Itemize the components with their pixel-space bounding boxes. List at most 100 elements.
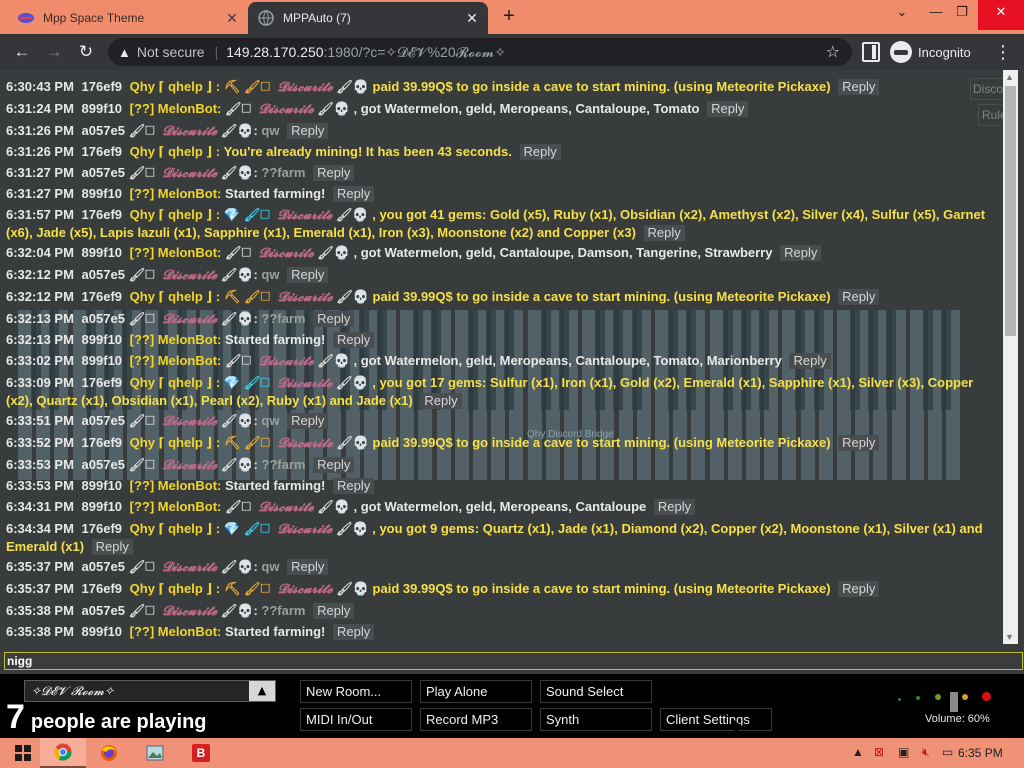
message-author[interactable]: [??] MelonBot: (130, 332, 222, 347)
new-room-button[interactable]: New Room... (300, 680, 412, 703)
app-b-icon[interactable]: B (178, 738, 224, 768)
message-author[interactable]: [??] MelonBot: (130, 499, 222, 514)
reply-button[interactable]: Reply (313, 457, 355, 473)
reply-button[interactable]: Reply (287, 559, 329, 575)
mentioned-user[interactable]: 𝓓𝓲𝓼𝓬𝓾𝓻𝓲𝓽𝓮 (162, 312, 217, 327)
reply-button[interactable]: Reply (313, 603, 355, 619)
message-author[interactable]: Qhy ⌈ qhelp ⌋ : (130, 207, 221, 222)
incognito-indicator[interactable]: Incognito (890, 40, 971, 64)
photos-icon[interactable] (132, 738, 178, 768)
security-label[interactable]: Not secure (137, 44, 205, 60)
reply-button[interactable]: Reply (707, 101, 749, 117)
message-author[interactable]: [??] MelonBot: (130, 101, 222, 116)
back-arrow-icon[interactable]: ← (10, 40, 34, 64)
reply-button[interactable]: Reply (287, 123, 329, 139)
network-icon[interactable]: ⊠ (874, 745, 884, 759)
mentioned-user[interactable]: 𝓓𝓲𝓼𝓬𝓾𝓻𝓲𝓽𝓮 (162, 560, 217, 575)
message-author[interactable]: [??] MelonBot: (130, 353, 222, 368)
forward-arrow-icon[interactable]: → (42, 40, 66, 64)
message-author[interactable]: [??] MelonBot: (130, 478, 222, 493)
speaker-mute-icon[interactable]: 🔇︎ (922, 745, 930, 760)
mentioned-user[interactable]: 𝓓𝓲𝓼𝓬𝓾𝓻𝓲𝓽𝓮 (162, 166, 217, 181)
reply-button[interactable]: Reply (780, 245, 822, 261)
reply-button[interactable]: Reply (333, 624, 375, 640)
warning-triangle-icon[interactable]: ▲ (118, 45, 131, 60)
reply-button[interactable]: Reply (313, 165, 355, 181)
chat-input[interactable]: nigg (4, 652, 1023, 670)
reply-button[interactable]: Reply (838, 435, 880, 451)
message-author[interactable]: Qhy ⌈ qhelp ⌋ : (130, 289, 221, 304)
reply-button[interactable]: Reply (91, 539, 133, 555)
message-author[interactable]: Qhy ⌈ qhelp ⌋ : (130, 144, 221, 159)
chevron-down-icon[interactable]: ⌄ (886, 0, 918, 30)
tab-mppauto[interactable]: MPPAuto (7) ✕ (248, 2, 488, 34)
mentioned-user[interactable]: 𝓓𝓲𝓼𝓬𝓾𝓻𝓲𝓽𝓮 (259, 354, 314, 369)
new-tab-plus-icon[interactable]: + (498, 6, 520, 28)
reload-icon[interactable]: ↻ (74, 40, 98, 64)
mentioned-user[interactable]: 𝓓𝓲𝓼𝓬𝓾𝓻𝓲𝓽𝓮 (278, 290, 333, 305)
scroll-thumb[interactable] (1005, 86, 1016, 336)
address-bar[interactable]: ▲ Not secure | 149.28.170.250 :1980/?c=✧… (108, 38, 852, 66)
close-tab-icon[interactable]: ✕ (224, 10, 240, 26)
mentioned-user[interactable]: 𝓓𝓲𝓼𝓬𝓾𝓻𝓲𝓽𝓮 (278, 80, 333, 95)
mentioned-user[interactable]: 𝓓𝓲𝓼𝓬𝓾𝓻𝓲𝓽𝓮 (162, 458, 217, 473)
reply-button[interactable]: Reply (789, 353, 831, 369)
restore-icon[interactable]: ❐ (946, 0, 978, 30)
mentioned-user[interactable]: 𝓓𝓲𝓼𝓬𝓾𝓻𝓲𝓽𝓮 (259, 102, 314, 117)
firefox-icon[interactable] (86, 738, 132, 768)
reply-button[interactable]: Reply (420, 393, 462, 409)
reply-button[interactable]: Reply (333, 332, 375, 348)
mentioned-user[interactable]: 𝓓𝓲𝓼𝓬𝓾𝓻𝓲𝓽𝓮 (259, 500, 314, 515)
room-select[interactable]: ✧𝓓𝓔𝓥 𝓡𝓸𝓸𝓶✧ ▲ (24, 680, 276, 702)
mentioned-user[interactable]: 𝓓𝓲𝓼𝓬𝓾𝓻𝓲𝓽𝓮 (259, 246, 314, 261)
keyboard-icon[interactable]: ▭ (942, 745, 953, 759)
mentioned-user[interactable]: 𝓓𝓲𝓼𝓬𝓾𝓻𝓲𝓽𝓮 (162, 268, 217, 283)
message-author[interactable]: Qhy ⌈ qhelp ⌋ : (130, 79, 221, 94)
scroll-down-icon[interactable]: ▼ (1005, 632, 1014, 642)
display-icon[interactable]: ▣ (898, 745, 909, 759)
reply-button[interactable]: Reply (333, 186, 375, 202)
play-alone-button[interactable]: Play Alone (420, 680, 532, 703)
message-author[interactable]: [??] MelonBot: (130, 186, 222, 201)
scroll-up-icon[interactable]: ▲ (1005, 72, 1014, 82)
taskbar-clock[interactable]: 6:35 PM (958, 746, 1003, 760)
tray-chevron-icon[interactable]: ▲ (852, 745, 864, 759)
reply-button[interactable]: Reply (838, 79, 880, 95)
message-author[interactable]: Qhy ⌈ qhelp ⌋ : (130, 435, 221, 450)
reply-button[interactable]: Reply (838, 581, 880, 597)
menu-kebab-icon[interactable]: ⋮ (994, 42, 1012, 63)
reply-button[interactable]: Reply (653, 499, 696, 515)
synth-button[interactable]: Synth (540, 708, 652, 731)
message-author[interactable]: [??] MelonBot: (130, 624, 222, 639)
reply-button[interactable]: Reply (313, 311, 355, 327)
mentioned-user[interactable]: 𝓓𝓲𝓼𝓬𝓾𝓻𝓲𝓽𝓮 (162, 414, 217, 429)
reply-button[interactable]: Reply (643, 225, 685, 241)
message-author[interactable]: [??] MelonBot: (130, 245, 222, 260)
close-tab-icon[interactable]: ✕ (464, 10, 480, 26)
volume-knob[interactable] (950, 692, 958, 712)
side-panel-icon[interactable] (862, 42, 880, 62)
bookmark-star-icon[interactable]: ☆ (826, 42, 840, 62)
mentioned-user[interactable]: 𝓓𝓲𝓼𝓬𝓾𝓻𝓲𝓽𝓮 (277, 376, 332, 391)
expand-arrow-icon[interactable]: ▲ (249, 681, 275, 701)
reply-button[interactable]: Reply (333, 478, 375, 494)
reply-button[interactable]: Reply (838, 289, 880, 305)
tab-mpp-space-theme[interactable]: Mpp Space Theme ✕ (8, 2, 248, 34)
message-author[interactable]: Qhy ⌈ qhelp ⌋ : (130, 581, 221, 596)
mentioned-user[interactable]: 𝓓𝓲𝓼𝓬𝓾𝓻𝓲𝓽𝓮 (277, 208, 332, 223)
midi-button[interactable]: MIDI In/Out (300, 708, 412, 731)
reply-button[interactable]: Reply (519, 144, 561, 160)
message-author[interactable]: Qhy ⌈ qhelp ⌋ : (130, 521, 221, 536)
mentioned-user[interactable]: 𝓓𝓲𝓼𝓬𝓾𝓻𝓲𝓽𝓮 (162, 604, 217, 619)
window-close-icon[interactable]: ✕ (978, 0, 1024, 30)
reply-button[interactable]: Reply (287, 267, 329, 283)
client-settings-button[interactable]: Client Settings (660, 708, 772, 731)
reply-button[interactable]: Reply (287, 413, 329, 429)
chrome-icon[interactable] (40, 738, 86, 768)
record-mp3-button[interactable]: Record MP3 (420, 708, 532, 731)
chat-scrollbar[interactable]: ▲ ▼ (1003, 70, 1018, 644)
mentioned-user[interactable]: 𝓓𝓲𝓼𝓬𝓾𝓻𝓲𝓽𝓮 (278, 582, 333, 597)
volume-control[interactable]: Volume: 60% (890, 692, 1010, 738)
sound-select-button[interactable]: Sound Select (540, 680, 652, 703)
message-author[interactable]: Qhy ⌈ qhelp ⌋ : (130, 375, 221, 390)
